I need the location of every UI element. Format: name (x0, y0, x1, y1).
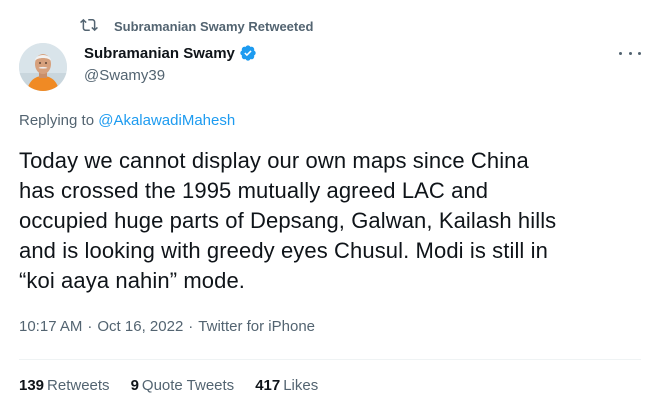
tweet-text-line: occupied huge parts of Depsang, Galwan, … (19, 208, 557, 233)
avatar-portrait (19, 43, 67, 91)
more-options-icon[interactable] (619, 45, 641, 61)
author-name-row[interactable]: Subramanian Swamy (84, 44, 257, 62)
tweet-text-line: and is looking with greedy eyes Chusul. … (19, 238, 548, 263)
avatar[interactable] (19, 43, 67, 91)
tweet-meta: 10:17 AM · Oct 16, 2022 · Twitter for iP… (19, 318, 315, 335)
retweet-header[interactable]: Subramanian Swamy Retweeted (80, 16, 313, 36)
quote-tweets-count: 9 (130, 377, 139, 394)
tweet-text: Today we cannot display our own maps sin… (19, 146, 639, 296)
quote-tweets-stat[interactable]: 9 Quote Tweets (131, 377, 235, 394)
likes-stat[interactable]: 417 Likes (255, 377, 318, 394)
tweet-source[interactable]: Twitter for iPhone (198, 318, 315, 335)
tweet-time[interactable]: 10:17 AM (19, 318, 82, 335)
tweet-stats: 139 Retweets 9 Quote Tweets 417 Likes (19, 377, 339, 394)
verified-badge-icon (240, 45, 256, 61)
likes-label: Likes (283, 377, 319, 394)
tweet-text-line: has crossed the 1995 mutually agreed LAC… (19, 178, 489, 203)
likes-count: 417 (255, 377, 281, 394)
more-dot (628, 51, 632, 55)
tweet-text-line: “koi aaya nahin” mode. (19, 268, 245, 293)
more-dot (619, 51, 622, 55)
meta-separator: · (188, 318, 194, 335)
meta-separator: · (87, 318, 93, 335)
author-handle[interactable]: @Swamy39 (84, 67, 165, 84)
divider (19, 359, 641, 360)
quote-tweets-label: Quote Tweets (141, 377, 235, 394)
tweet-text-line: Today we cannot display our own maps sin… (19, 148, 529, 173)
reply-mention-link[interactable]: @AkalawadiMahesh (98, 112, 235, 129)
replying-to: Replying to @AkalawadiMahesh (19, 112, 235, 129)
retweets-stat[interactable]: 139 Retweets (19, 377, 110, 394)
replying-to-prefix: Replying to (19, 112, 99, 129)
retweet-header-text: Subramanian Swamy Retweeted (114, 18, 314, 34)
retweets-count: 139 (19, 377, 45, 394)
more-dot (638, 51, 641, 55)
tweet-date[interactable]: Oct 16, 2022 (97, 318, 183, 335)
retweets-label: Retweets (47, 377, 110, 394)
tweet-card: Subramanian Swamy Retweeted Subramanian … (0, 0, 655, 408)
author-name[interactable]: Subramanian Swamy (84, 45, 235, 62)
